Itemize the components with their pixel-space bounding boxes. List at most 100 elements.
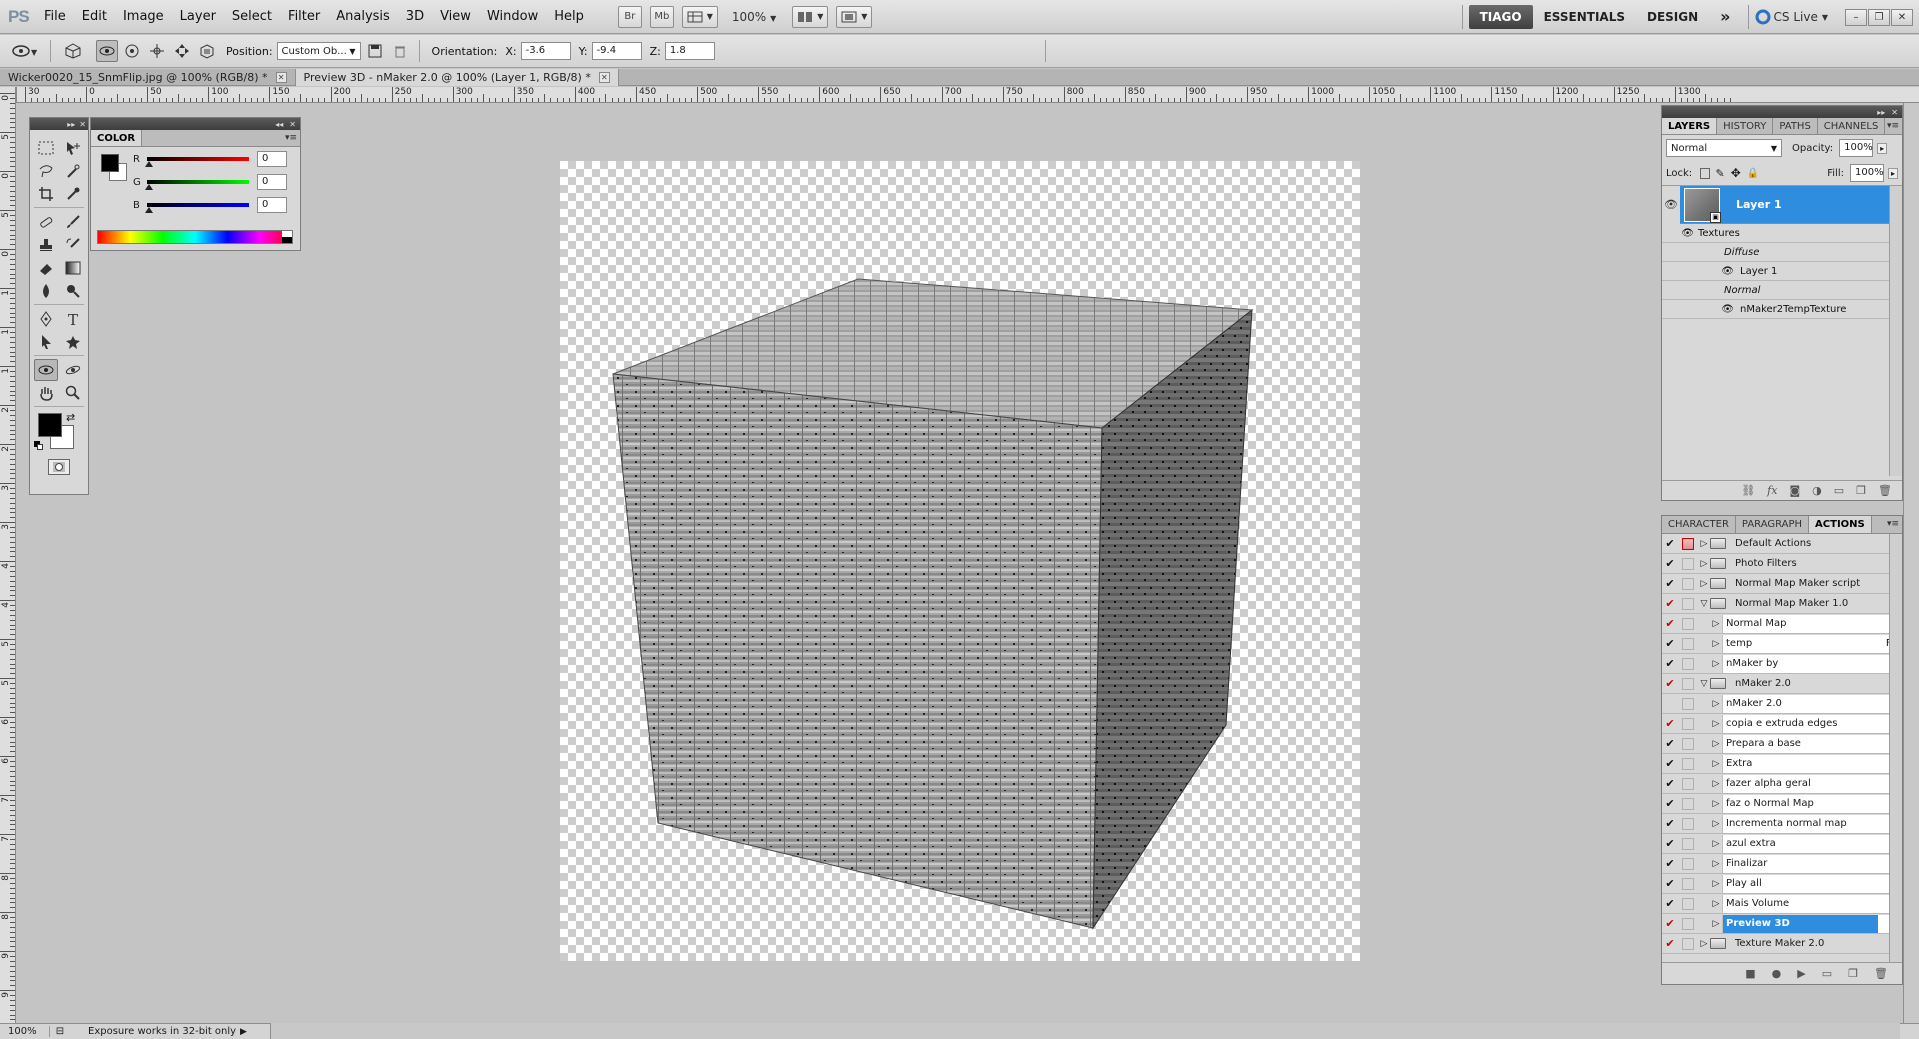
crop-tool[interactable]: [34, 183, 58, 205]
chevron-right-icon[interactable]: ▷: [1710, 619, 1722, 629]
add-mask-icon[interactable]: ◙: [1789, 484, 1800, 497]
status-zoom-field[interactable]: 100%: [0, 1026, 50, 1037]
toggle-dialog-checkbox[interactable]: [1682, 797, 1694, 810]
actions-scrollbar[interactable]: [1889, 534, 1902, 962]
more-workspaces-button[interactable]: »: [1709, 5, 1741, 29]
close-button[interactable]: ✕: [1891, 8, 1913, 26]
toggle-item-checkbox[interactable]: ✔: [1662, 577, 1678, 591]
chevron-right-icon[interactable]: ▷: [1710, 799, 1722, 809]
chevron-right-icon[interactable]: ▷: [1710, 819, 1722, 829]
eye-icon[interactable]: 👁: [1662, 228, 1698, 239]
chevron-right-icon[interactable]: ▷: [1710, 899, 1722, 909]
toggle-item-checkbox[interactable]: ✔: [1662, 717, 1678, 731]
red-value-field[interactable]: 0: [257, 151, 287, 167]
toggle-item-checkbox[interactable]: ✔: [1662, 757, 1678, 771]
return-to-initial-position-button[interactable]: [62, 40, 84, 62]
new-set-icon[interactable]: ▭: [1822, 967, 1832, 980]
tab-layers[interactable]: LAYERS: [1662, 118, 1718, 134]
toggle-item-checkbox[interactable]: ✔: [1662, 897, 1678, 911]
toggle-dialog-checkbox[interactable]: [1682, 937, 1694, 950]
toggle-dialog-checkbox[interactable]: [1682, 757, 1694, 770]
action-row[interactable]: ✔ ▷ Prepara a base: [1662, 734, 1902, 754]
chevron-down-icon[interactable]: ▽: [1698, 679, 1710, 689]
quick-selection-tool[interactable]: [61, 160, 85, 182]
type-tool[interactable]: T: [61, 308, 85, 330]
tab-color[interactable]: COLOR: [91, 130, 143, 146]
toggle-dialog-checkbox[interactable]: [1682, 617, 1694, 630]
tab-channels[interactable]: CHANNELS: [1818, 118, 1886, 134]
action-set-row[interactable]: ✔ ▷ Normal Map Maker script: [1662, 574, 1902, 594]
chevron-right-icon[interactable]: ▷: [1710, 919, 1722, 929]
menu-3d[interactable]: 3D: [398, 0, 432, 34]
tab-preview-3d-document[interactable]: Preview 3D - nMaker 2.0 @ 100% (Layer 1,…: [295, 69, 619, 86]
chevron-right-icon[interactable]: ▷: [1710, 759, 1722, 769]
toggle-dialog-checkbox[interactable]: [1682, 917, 1694, 930]
play-icon[interactable]: ▶: [1797, 967, 1805, 980]
chevron-right-icon[interactable]: ▷: [1698, 539, 1710, 549]
layer-style-icon[interactable]: fx: [1767, 484, 1777, 497]
action-row[interactable]: ✔▷tempF2: [1662, 634, 1902, 654]
fill-slider-toggle[interactable]: ▸: [1887, 167, 1898, 179]
position-select[interactable]: Custom Ob... ▼: [276, 42, 361, 60]
link-layers-icon[interactable]: ⛓: [1741, 484, 1755, 497]
panel-menu-icon[interactable]: ▾≡: [1887, 519, 1899, 529]
toggle-dialog-checkbox[interactable]: [1682, 637, 1694, 650]
toggle-dialog-checkbox[interactable]: [1682, 597, 1694, 610]
pen-tool[interactable]: [34, 308, 58, 330]
slider-thumb[interactable]: [145, 207, 153, 213]
toggle-item-checkbox[interactable]: ✔: [1662, 617, 1678, 631]
zoom-tool[interactable]: [61, 382, 85, 404]
menu-image[interactable]: Image: [115, 0, 172, 34]
blur-tool[interactable]: [34, 280, 58, 302]
zoom-level-select[interactable]: 100% ▼: [732, 10, 776, 24]
black-white-ramp[interactable]: [282, 231, 292, 243]
eye-icon[interactable]: 👁: [1662, 266, 1740, 277]
toggle-dialog-checkbox[interactable]: [1682, 717, 1694, 730]
action-row[interactable]: ✔ ▷ Extra: [1662, 754, 1902, 774]
brush-tool[interactable]: [61, 211, 85, 233]
status-menu-arrow-icon[interactable]: ▶: [240, 1027, 254, 1037]
foreground-color-swatch[interactable]: [101, 154, 119, 172]
chevron-right-icon[interactable]: ▷: [1710, 639, 1722, 649]
action-row[interactable]: ▷ nMaker 2.0: [1662, 694, 1902, 714]
3d-orbit-tool[interactable]: [61, 359, 85, 381]
slider-thumb[interactable]: [145, 184, 153, 190]
minimize-button[interactable]: –: [1845, 8, 1867, 26]
workspace-essentials[interactable]: ESSENTIALS: [1533, 5, 1636, 29]
menu-edit[interactable]: Edit: [74, 0, 115, 34]
tools-panel-header[interactable]: ▸▸ ✕: [30, 118, 88, 130]
chevron-right-icon[interactable]: ▷: [1710, 879, 1722, 889]
action-row[interactable]: ✔ ▷ azul extra: [1662, 834, 1902, 854]
close-icon[interactable]: ✕: [275, 72, 287, 83]
3d-scale-tool-button[interactable]: [196, 40, 218, 62]
toggle-dialog-checkbox[interactable]: [1682, 877, 1694, 890]
toggle-item-checkbox[interactable]: ✔: [1662, 777, 1678, 791]
record-icon[interactable]: ●: [1772, 967, 1782, 980]
move-tool[interactable]: [61, 137, 85, 159]
toggle-item-checkbox[interactable]: ✔: [1662, 917, 1678, 931]
toggle-dialog-checkbox[interactable]: [1682, 777, 1694, 790]
close-icon[interactable]: ✕: [1891, 108, 1898, 117]
toggle-item-checkbox[interactable]: ✔: [1662, 797, 1678, 811]
chevron-down-icon[interactable]: ▽: [1698, 599, 1710, 609]
hand-tool[interactable]: [34, 382, 58, 404]
toggle-dialog-checkbox[interactable]: [1682, 837, 1694, 850]
action-set-row[interactable]: ✔ ▷ Texture Maker 2.0: [1662, 934, 1902, 954]
textures-row[interactable]: 👁 Textures: [1662, 224, 1902, 243]
3d-slide-tool-button[interactable]: [171, 40, 193, 62]
toggle-item-checkbox[interactable]: ✔: [1662, 637, 1678, 651]
new-group-icon[interactable]: ▭: [1834, 484, 1844, 497]
action-row[interactable]: ✔ ▷ copia e extruda edges: [1662, 714, 1902, 734]
action-row[interactable]: ✔ ▷ Preview 3D: [1662, 914, 1902, 934]
delete-position-button[interactable]: [389, 40, 411, 62]
toggle-item-checkbox[interactable]: ✔: [1662, 877, 1678, 891]
toggle-dialog-checkbox[interactable]: [1682, 677, 1694, 690]
toggle-dialog-checkbox[interactable]: [1682, 817, 1694, 830]
menu-layer[interactable]: Layer: [172, 0, 224, 34]
eye-icon[interactable]: 👁: [1662, 185, 1680, 224]
collapse-icon[interactable]: ▸▸: [1877, 108, 1885, 117]
lock-all-icon[interactable]: 🔒: [1747, 168, 1759, 179]
toggle-dialog-checkbox[interactable]: [1682, 537, 1694, 550]
lock-position-icon[interactable]: ✥: [1731, 166, 1741, 180]
lock-image-pixels-icon[interactable]: ✎: [1716, 167, 1725, 180]
